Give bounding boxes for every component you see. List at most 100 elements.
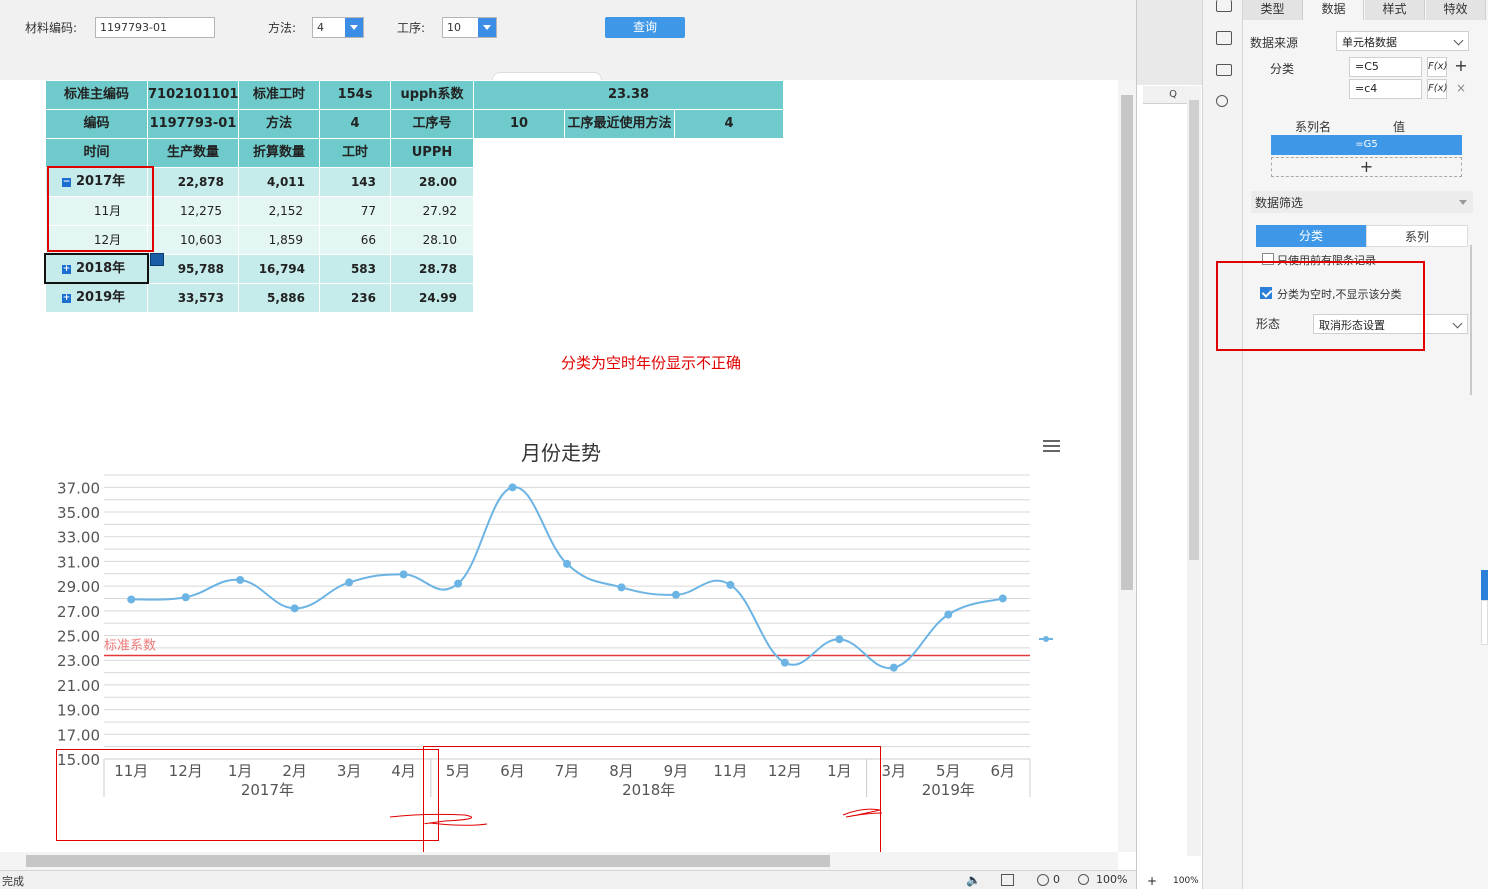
link-icon[interactable]	[1213, 92, 1231, 110]
tab-type[interactable]: 类型	[1243, 0, 1303, 20]
data-point	[508, 483, 517, 492]
save-icon[interactable]	[1001, 874, 1014, 886]
column-header-hours: 工时	[320, 139, 391, 168]
horizontal-scroll-thumb[interactable]	[26, 855, 830, 867]
category-label: 分类	[1270, 62, 1295, 76]
table-cell: 12,275	[148, 197, 239, 226]
table-cell: 4,011	[239, 168, 320, 197]
menu-icon	[1043, 445, 1060, 447]
data-point	[563, 559, 571, 568]
data-point	[889, 663, 898, 672]
sheet-toolbar-area	[1137, 0, 1203, 85]
add-series-button[interactable]: +	[1271, 157, 1462, 177]
table-cell: 77	[320, 197, 391, 226]
data-source-label: 数据来源	[1250, 36, 1299, 50]
tab-style[interactable]: 样式	[1365, 0, 1425, 20]
parameter-bar: 材料编码: 1197793-01 方法: 4 工序: 10 查询	[0, 0, 1136, 80]
zoom-icon[interactable]	[1078, 874, 1089, 885]
table-cell: 16,794	[239, 255, 320, 284]
add-icon[interactable]: +	[1147, 874, 1157, 888]
add-icon[interactable]: +	[1452, 57, 1470, 77]
panel-scrollbar[interactable]	[1470, 245, 1472, 395]
reference-label: 标准系数	[104, 639, 156, 654]
side-tab[interactable]	[1481, 600, 1488, 645]
category-formula-input[interactable]: =c4	[1349, 79, 1422, 99]
vertical-scroll-thumb[interactable]	[1121, 95, 1133, 590]
data-point	[726, 580, 735, 589]
table-cell: 标准主编码	[46, 81, 148, 110]
series-row[interactable]: =G5	[1271, 135, 1462, 155]
sheet-strip: Q + 100%	[1136, 0, 1203, 889]
chevron-down-icon[interactable]	[478, 18, 496, 37]
chart-title: 月份走势	[521, 441, 601, 465]
data-point	[290, 604, 299, 613]
data-point	[399, 570, 408, 579]
chevron-down-icon[interactable]	[345, 18, 363, 37]
table-cell: 27.92	[391, 197, 474, 226]
process-label: 工序:	[397, 21, 426, 35]
material-code-input[interactable]: 1197793-01	[95, 17, 215, 38]
column-header-qty: 生产数量	[148, 139, 239, 168]
segment-series[interactable]: 系列	[1366, 225, 1468, 247]
data-source-select[interactable]: 单元格数据	[1336, 31, 1469, 51]
panel-icon-strip	[1202, 0, 1242, 889]
column-header-conv: 折算数量	[239, 139, 320, 168]
collapse-param-tab[interactable]	[492, 72, 602, 80]
y-tick-label: 35.00	[57, 504, 100, 522]
table-cell: 2,152	[239, 197, 320, 226]
tree-node-2019[interactable]: +2019年	[46, 284, 148, 313]
data-point	[345, 578, 354, 587]
table-cell: 工序号	[391, 110, 474, 139]
category-formula-input[interactable]: =C5	[1349, 57, 1422, 77]
table-cell: 编码	[46, 110, 148, 139]
y-tick-label: 29.00	[57, 578, 100, 596]
method-value: 4	[317, 21, 324, 34]
expand-icon[interactable]: +	[62, 294, 71, 303]
speaker-icon[interactable]: 🔈	[966, 873, 981, 887]
record-icon[interactable]	[1037, 874, 1049, 886]
table-cell: 标准工时	[239, 81, 320, 110]
material-code-label: 材料编码:	[25, 21, 78, 35]
sheet-scroll-thumb[interactable]	[1189, 100, 1199, 560]
data-point	[617, 583, 626, 592]
cell-attribute-icon[interactable]	[1216, 31, 1232, 45]
data-point	[835, 635, 844, 644]
drill-icon[interactable]	[150, 253, 164, 266]
tab-data[interactable]: 数据	[1304, 0, 1364, 20]
table-cell: 24.99	[391, 284, 474, 313]
close-icon[interactable]: ×	[1452, 79, 1470, 99]
series-name-header: 系列名	[1295, 120, 1332, 134]
side-tab-accent[interactable]	[1481, 570, 1488, 600]
float-element-icon[interactable]	[1216, 64, 1232, 76]
method-dropdown[interactable]: 4	[312, 17, 364, 38]
column-header-upph: UPPH	[391, 139, 474, 168]
annotation-note: 分类为空时年份显示不正确	[561, 354, 742, 372]
formula-icon[interactable]: F(x)	[1427, 57, 1447, 77]
table-cell: 方法	[239, 110, 320, 139]
y-tick-label: 25.00	[57, 628, 100, 646]
annotation-box	[47, 166, 154, 252]
chevron-down-icon	[1452, 318, 1463, 329]
x-tick-label: 5月	[936, 762, 961, 780]
property-panel: 类型 数据 样式 特效	[1242, 0, 1488, 889]
formula-icon[interactable]: F(x)	[1427, 79, 1447, 99]
x-tick-label: 6月	[990, 762, 1015, 780]
cell-element-icon[interactable]	[1216, 0, 1232, 12]
table-cell: 23.38	[474, 81, 784, 110]
data-filter-header[interactable]: 数据筛选	[1251, 191, 1473, 213]
segment-category[interactable]: 分类	[1256, 225, 1366, 247]
y-tick-label: 19.00	[57, 702, 100, 720]
table-cell: 7102101101	[148, 81, 239, 110]
query-button[interactable]: 查询	[605, 17, 685, 38]
y-tick-label: 21.00	[57, 677, 100, 695]
menu-icon	[1043, 440, 1060, 442]
data-point	[671, 590, 680, 599]
status-count: 0	[1053, 873, 1060, 886]
tab-effects[interactable]: 特效	[1426, 0, 1486, 20]
annotation-box	[1216, 261, 1425, 351]
process-dropdown[interactable]: 10	[442, 17, 497, 38]
column-header: Q	[1143, 86, 1191, 104]
y-tick-label: 17.00	[57, 726, 100, 744]
process-value: 10	[447, 21, 461, 34]
series-line	[131, 486, 1004, 669]
